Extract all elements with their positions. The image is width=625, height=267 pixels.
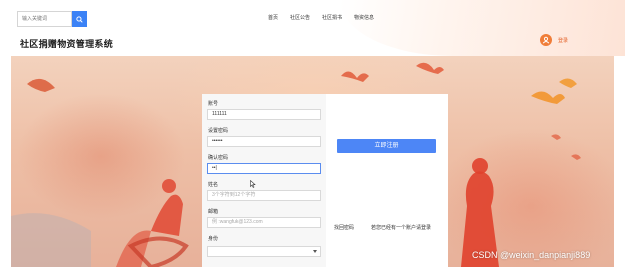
name-field[interactable]: 3个字符到12个字符 (207, 190, 321, 201)
nav-item-announcements[interactable]: 社区公告 (290, 14, 310, 21)
register-button[interactable]: 立即注册 (337, 139, 436, 153)
identity-label: 身份 (208, 236, 219, 242)
nav-item-home[interactable]: 首页 (268, 14, 278, 21)
mouse-cursor-icon (250, 180, 256, 188)
forgot-password-link[interactable]: 找回密码 (334, 224, 354, 231)
search-input[interactable] (17, 11, 72, 27)
header: 首页 社区公告 社区捐书 物资信息 社区捐赠物资管理系统 登录 (0, 0, 625, 56)
confirm-password-field[interactable]: ••| (207, 163, 321, 174)
register-form-actions (326, 94, 448, 267)
nav-item-materials[interactable]: 物资信息 (354, 14, 374, 21)
site-title: 社区捐赠物资管理系统 (20, 39, 114, 49)
account-field[interactable]: 111111 (207, 109, 321, 120)
password-label: 设置密码 (208, 128, 229, 134)
confirm-password-label: 确认密码 (208, 155, 229, 161)
nav-item-donations[interactable]: 社区捐书 (322, 14, 342, 21)
login-account-link[interactable]: 若您已经有一个账户请登录 (371, 224, 431, 231)
header-decoration (340, 0, 625, 56)
chevron-down-icon (313, 250, 317, 253)
account-label: 账号 (208, 101, 219, 107)
name-label: 姓名 (208, 182, 219, 188)
email-label: 邮箱 (208, 209, 219, 215)
main-nav: 首页 社区公告 社区捐书 物资信息 (268, 14, 374, 21)
search-icon (76, 15, 83, 23)
login-link[interactable]: 登录 (558, 37, 568, 44)
search-button[interactable] (72, 11, 87, 27)
email-field[interactable]: 例 :wangfuk@123.com (207, 217, 321, 228)
user-icon[interactable] (540, 34, 552, 46)
password-field[interactable]: •••••• (207, 136, 321, 147)
identity-select[interactable] (207, 246, 321, 257)
watermark: CSDN @weixin_danpianji889 (472, 250, 591, 260)
